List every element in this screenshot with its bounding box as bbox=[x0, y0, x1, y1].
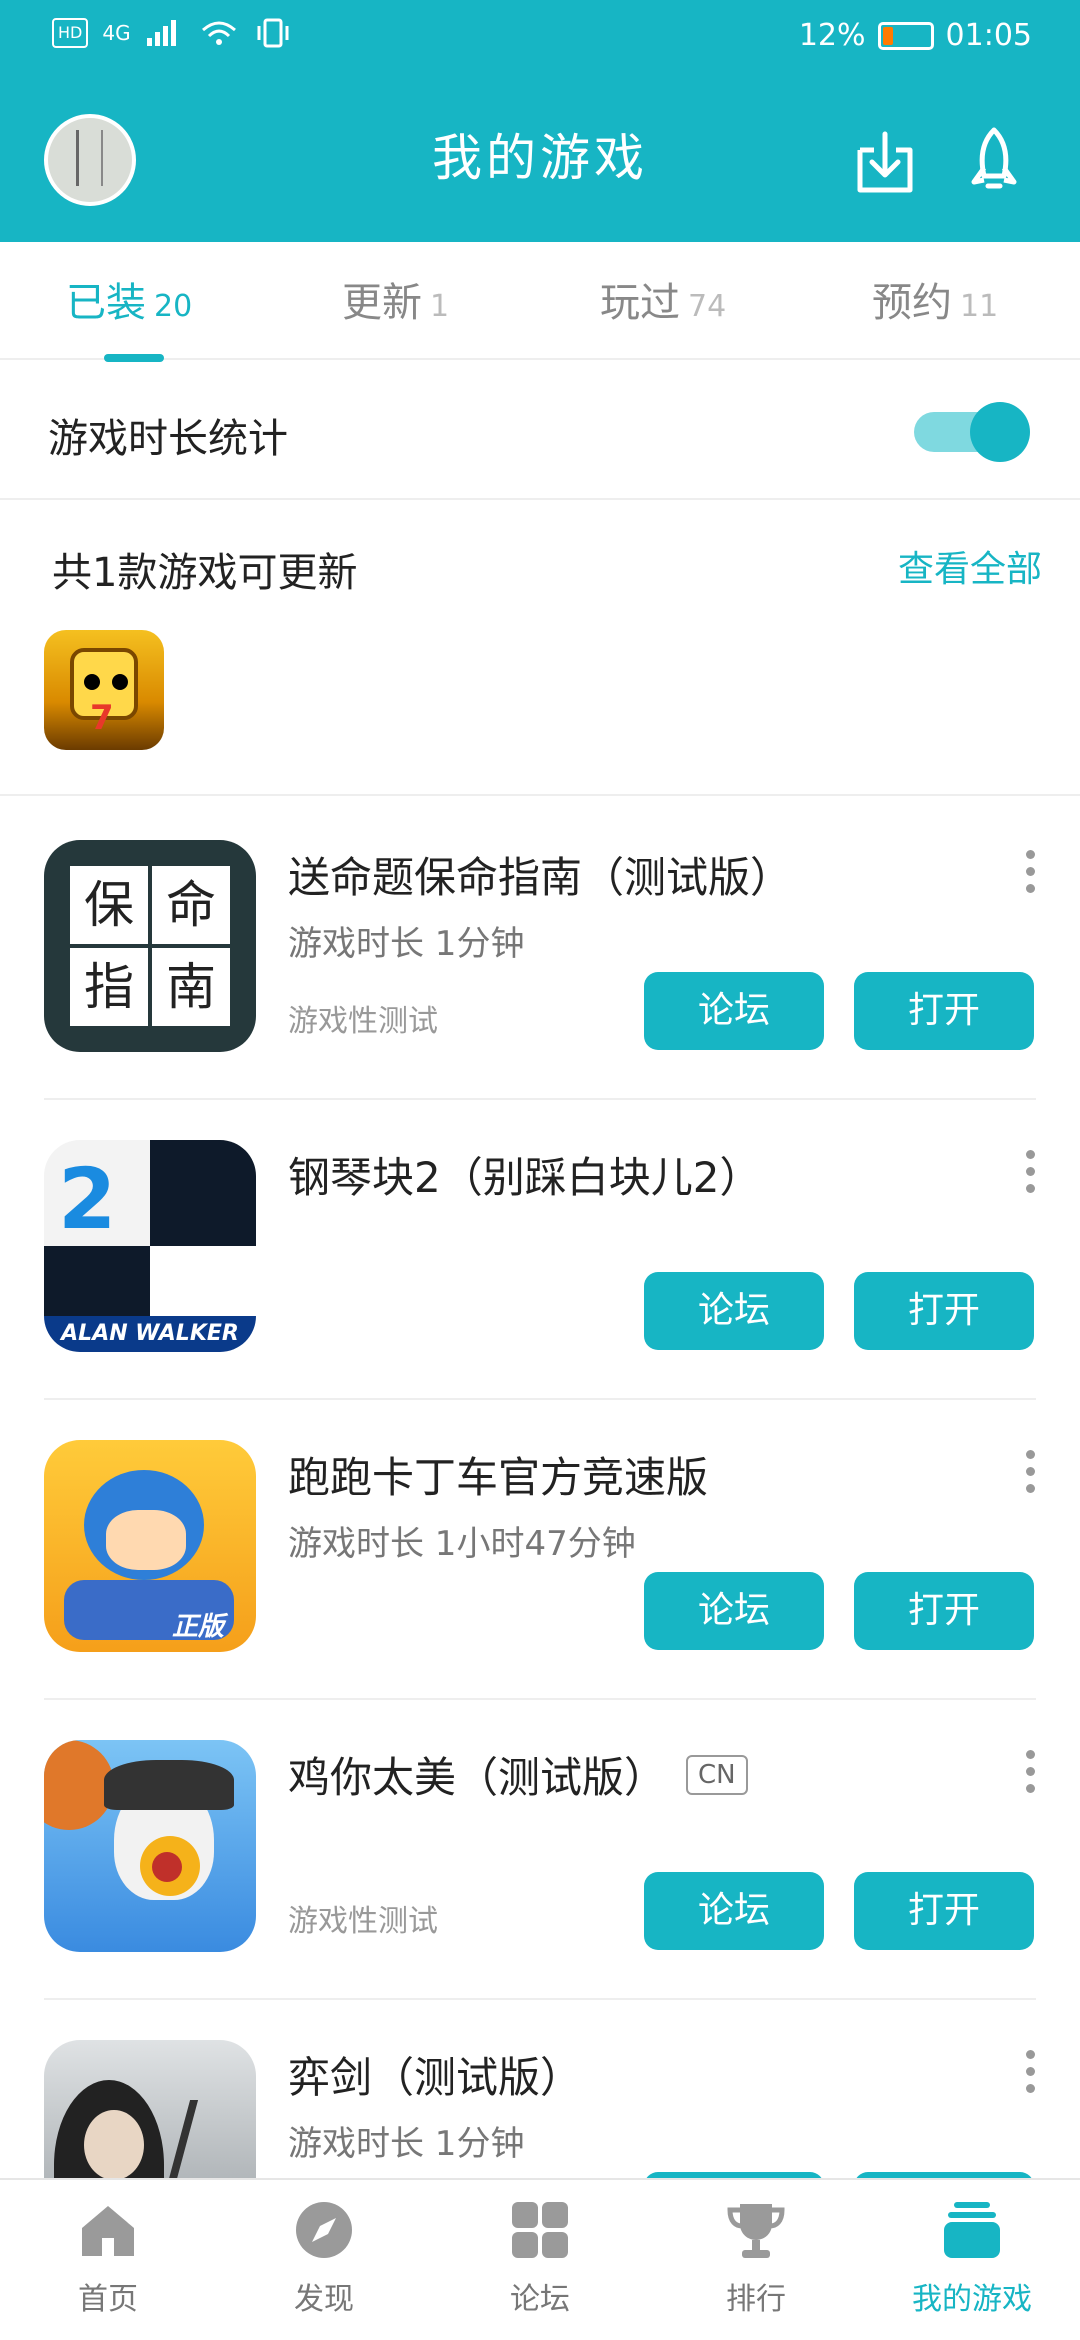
clock: 01:05 bbox=[945, 18, 1032, 53]
trophy-icon bbox=[727, 2204, 785, 2258]
nav-label: 首页 bbox=[78, 2282, 138, 2317]
play-time: 游戏时长 1分钟 bbox=[288, 924, 525, 964]
stats-toggle[interactable] bbox=[914, 396, 1034, 468]
tab-updates[interactable]: 更新 1 bbox=[342, 270, 449, 330]
battery-icon bbox=[877, 21, 934, 50]
update-game-icon[interactable]: 7 bbox=[44, 630, 164, 750]
tab-played[interactable]: 玩过 74 bbox=[600, 270, 726, 330]
tab-label: 预约 bbox=[872, 280, 952, 326]
page-title: 我的游戏 bbox=[432, 129, 648, 187]
game-item[interactable]: 鸡你太美（测试版） CN 游戏性测试 论坛 打开 bbox=[0, 1700, 1080, 2000]
nav-discover[interactable]: 发现 bbox=[244, 2198, 404, 2328]
wifi-icon bbox=[201, 21, 236, 45]
more-options-icon[interactable] bbox=[1020, 2050, 1040, 2100]
game-name: 钢琴块2（别踩白块儿2） bbox=[288, 1144, 761, 1205]
tab-label: 更新 bbox=[342, 280, 422, 326]
rocket-button[interactable] bbox=[966, 124, 1022, 196]
rocket-icon bbox=[971, 127, 1017, 189]
compass-icon bbox=[296, 2202, 352, 2258]
game-tag: 游戏性测试 bbox=[288, 1004, 438, 1039]
home-icon bbox=[82, 2206, 134, 2256]
grid-icon bbox=[512, 2202, 568, 2258]
icon-badge-text: 正版 bbox=[172, 1612, 225, 1642]
tab-bar: 已装 20 更新 1 玩过 74 预约 11 bbox=[0, 242, 1080, 360]
tab-count: 74 bbox=[688, 289, 727, 324]
forum-button[interactable]: 论坛 bbox=[644, 1272, 824, 1350]
tab-label: 玩过 bbox=[600, 280, 680, 326]
open-button[interactable]: 打开 bbox=[854, 1572, 1034, 1650]
download-manager-button[interactable] bbox=[852, 124, 918, 196]
tab-installed[interactable]: 已装 20 bbox=[66, 270, 192, 330]
game-item[interactable]: 正版 跑跑卡丁车官方竞速版 游戏时长 1小时47分钟 论坛 打开 bbox=[0, 1400, 1080, 1700]
game-icon[interactable] bbox=[44, 1740, 256, 1952]
open-button[interactable]: 打开 bbox=[854, 972, 1034, 1050]
nav-label: 发现 bbox=[294, 2282, 354, 2317]
status-bar: HD 4G 12% 01:05 bbox=[0, 0, 1080, 76]
icon-number: 2 bbox=[58, 1150, 117, 1248]
nav-home[interactable]: 首页 bbox=[28, 2198, 188, 2328]
download-icon bbox=[857, 131, 913, 193]
nav-forum[interactable]: 论坛 bbox=[460, 2198, 620, 2328]
network-label: 4G bbox=[102, 21, 131, 45]
more-options-icon[interactable] bbox=[1020, 1750, 1040, 1800]
game-icon[interactable]: 保 命 指 南 bbox=[44, 840, 256, 1052]
play-time: 游戏时长 1小时47分钟 bbox=[288, 1524, 636, 1564]
nav-label: 排行 bbox=[726, 2282, 786, 2317]
game-item[interactable]: 保 命 指 南 送命题保命指南（测试版） 游戏时长 1分钟 游戏性测试 论坛 打… bbox=[0, 800, 1080, 1100]
icon-char: 保 bbox=[70, 866, 148, 944]
tab-reserved[interactable]: 预约 11 bbox=[872, 270, 998, 330]
active-tab-indicator bbox=[104, 354, 164, 362]
game-icon[interactable]: 2 ALAN WALKER bbox=[44, 1140, 256, 1352]
signal-icon bbox=[146, 20, 176, 46]
icon-char: 命 bbox=[152, 866, 230, 944]
forum-button[interactable]: 论坛 bbox=[644, 1572, 824, 1650]
game-tag: 游戏性测试 bbox=[288, 1904, 438, 1939]
play-time-stats-row: 游戏时长统计 bbox=[0, 362, 1080, 500]
game-item[interactable]: 2 ALAN WALKER 钢琴块2（别踩白块儿2） 论坛 打开 bbox=[0, 1100, 1080, 1400]
stats-label: 游戏时长统计 bbox=[48, 416, 288, 462]
nav-label: 我的游戏 bbox=[912, 2282, 1032, 2317]
play-time: 游戏时长 1分钟 bbox=[288, 2124, 525, 2164]
hd-badge: HD bbox=[52, 18, 89, 48]
open-button[interactable]: 打开 bbox=[854, 1272, 1034, 1350]
icon-char: 南 bbox=[152, 948, 230, 1026]
more-options-icon[interactable] bbox=[1020, 850, 1040, 900]
game-name-text: 鸡你太美（测试版） bbox=[288, 1753, 667, 1802]
region-badge: CN bbox=[686, 1754, 748, 1795]
nav-my-games[interactable]: 我的游戏 bbox=[892, 2198, 1052, 2328]
bottom-navigation: 首页 发现 论坛 排行 我的游戏 bbox=[0, 2178, 1080, 2340]
tab-label: 已装 bbox=[66, 280, 146, 326]
game-name-text: 钢琴块2（别踩白块儿2） bbox=[288, 1153, 762, 1202]
update-title: 共1款游戏可更新 bbox=[52, 550, 358, 596]
more-options-icon[interactable] bbox=[1020, 1150, 1040, 1200]
nav-ranking[interactable]: 排行 bbox=[676, 2198, 836, 2328]
icon-brand-text: ALAN WALKER bbox=[44, 1316, 256, 1352]
icon-char: 指 bbox=[70, 948, 148, 1026]
game-icon[interactable]: 正版 bbox=[44, 1440, 256, 1652]
open-button[interactable]: 打开 bbox=[854, 1872, 1034, 1950]
game-name: 鸡你太美（测试版） CN bbox=[288, 1744, 748, 1805]
view-all-link[interactable]: 查看全部 bbox=[898, 540, 1042, 592]
game-name: 跑跑卡丁车官方竞速版 bbox=[288, 1444, 708, 1505]
update-section: 共1款游戏可更新 查看全部 7 bbox=[0, 500, 1080, 796]
tab-count: 11 bbox=[960, 289, 999, 324]
game-name: 送命题保命指南（测试版） bbox=[288, 844, 792, 905]
game-name-text: 跑跑卡丁车官方竞速版 bbox=[288, 1453, 709, 1502]
battery-percent: 12% bbox=[798, 18, 866, 53]
forum-button[interactable]: 论坛 bbox=[644, 972, 824, 1050]
nav-label: 论坛 bbox=[510, 2282, 570, 2317]
more-options-icon[interactable] bbox=[1020, 1450, 1040, 1500]
games-stack-icon bbox=[944, 2202, 1000, 2258]
app-header: HD 4G 12% 01:05 我的游戏 bbox=[0, 0, 1080, 242]
tab-count: 20 bbox=[154, 289, 193, 324]
forum-button[interactable]: 论坛 bbox=[644, 1872, 824, 1950]
game-name-text: 弈剑（测试版） bbox=[288, 2053, 583, 2102]
vibrate-icon bbox=[257, 18, 289, 48]
game-name: 弈剑（测试版） bbox=[288, 2044, 582, 2105]
game-name-text: 送命题保命指南（测试版） bbox=[288, 853, 793, 902]
tab-count: 1 bbox=[430, 289, 450, 324]
